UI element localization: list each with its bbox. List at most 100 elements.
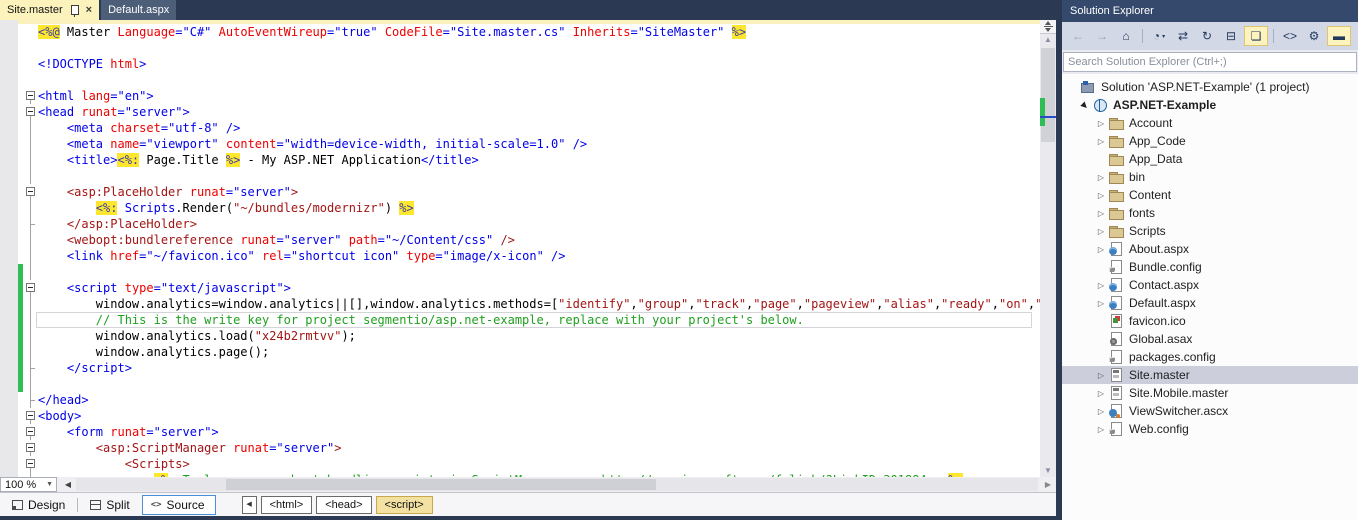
tab-site-master[interactable]: Site.master × — [0, 0, 99, 20]
vertical-scrollbar[interactable]: ▲ ▼ — [1040, 20, 1056, 477]
tree-item[interactable]: packages.config — [1062, 348, 1358, 366]
tree-item[interactable]: ▷Scripts — [1062, 222, 1358, 240]
tree-item[interactable]: ▷App_Code — [1062, 132, 1358, 150]
collapse-region-icon[interactable] — [24, 88, 37, 104]
code-line[interactable]: window.analytics.page(); — [0, 344, 1040, 360]
search-input[interactable] — [1063, 52, 1357, 72]
home-icon[interactable]: ⌂ — [1115, 27, 1137, 45]
tree-item[interactable]: favicon.ico — [1062, 312, 1358, 330]
scroll-left-icon[interactable]: ◀ — [62, 478, 74, 491]
collapse-region-icon[interactable] — [24, 104, 37, 120]
code-line[interactable]: <script type="text/javascript"> — [0, 280, 1040, 296]
code-line[interactable]: <meta name="viewport" content="width=dev… — [0, 136, 1040, 152]
tree-item[interactable]: ▷Default.aspx — [1062, 294, 1358, 312]
code-line[interactable]: window.analytics=window.analytics||[],wi… — [0, 296, 1040, 312]
tree-item[interactable]: ▷ViewSwitcher.ascx — [1062, 402, 1358, 420]
source-view-button[interactable]: <> Source — [142, 495, 216, 515]
code-line[interactable]: <html lang="en"> — [0, 88, 1040, 104]
tree-item[interactable]: Bundle.config — [1062, 258, 1358, 276]
chevron-collapsed-icon[interactable]: ▷ — [1094, 281, 1108, 290]
vertical-scroll-thumb[interactable] — [1041, 48, 1055, 142]
collapse-all-icon[interactable]: ⊟ — [1220, 27, 1242, 45]
code-line[interactable]: window.analytics.load("x24b2rmtvv"); — [0, 328, 1040, 344]
tag-navigator-back-icon[interactable]: ◀ — [242, 496, 257, 514]
code-line[interactable]: <%@ Master Language="C#" AutoEventWireup… — [0, 24, 1040, 40]
tree-item[interactable]: ▶ASP.NET-Example — [1062, 96, 1358, 114]
code-line[interactable]: <asp:ScriptManager runat="server"> — [0, 440, 1040, 456]
tree-item[interactable]: ▷Site.Mobile.master — [1062, 384, 1358, 402]
split-view-button[interactable]: Split — [90, 498, 129, 512]
tree-item[interactable]: ▷bin — [1062, 168, 1358, 186]
code-line[interactable]: <form runat="server"> — [0, 424, 1040, 440]
code-line[interactable]: </script> — [0, 360, 1040, 376]
refresh-icon[interactable]: ↻ — [1196, 27, 1218, 45]
horizontal-scrollbar[interactable] — [76, 478, 1038, 491]
properties-icon[interactable]: ⚙ — [1303, 27, 1325, 45]
code-line[interactable]: <Scripts> — [0, 456, 1040, 472]
code-editor[interactable]: <%@ Master Language="C#" AutoEventWireup… — [0, 20, 1040, 477]
zoom-level-select[interactable]: 100 % ▼ — [0, 477, 57, 492]
code-line[interactable]: <%: Scripts.Render("~/bundles/modernizr"… — [0, 200, 1040, 216]
collapse-region-icon[interactable] — [24, 456, 37, 472]
sync-with-active-document-icon[interactable]: ⇄ — [1172, 27, 1194, 45]
chevron-collapsed-icon[interactable]: ▷ — [1094, 173, 1108, 182]
chevron-collapsed-icon[interactable]: ▷ — [1094, 371, 1108, 380]
chevron-collapsed-icon[interactable]: ▷ — [1094, 137, 1108, 146]
tree-item[interactable]: ▷Contact.aspx — [1062, 276, 1358, 294]
chevron-expanded-icon[interactable]: ▶ — [1077, 97, 1093, 113]
view-code-icon[interactable]: <> — [1279, 27, 1301, 45]
tree-item[interactable]: ▷Site.master — [1062, 366, 1358, 384]
close-icon[interactable]: × — [86, 4, 92, 16]
tree-item[interactable]: App_Data — [1062, 150, 1358, 168]
code-line[interactable]: <title><%: Page.Title %> - My ASP.NET Ap… — [0, 152, 1040, 168]
tree-item[interactable]: ▷fonts — [1062, 204, 1358, 222]
chevron-collapsed-icon[interactable]: ▷ — [1094, 389, 1108, 398]
show-all-files-icon[interactable]: ❏ — [1244, 26, 1268, 46]
tree-item[interactable]: ▷Account — [1062, 114, 1358, 132]
collapse-region-icon[interactable] — [24, 280, 37, 296]
chevron-collapsed-icon[interactable]: ▷ — [1094, 119, 1108, 128]
tree-item[interactable]: ▷Content — [1062, 186, 1358, 204]
design-view-button[interactable]: Design — [12, 498, 65, 512]
chevron-collapsed-icon[interactable]: ▷ — [1094, 299, 1108, 308]
chevron-collapsed-icon[interactable]: ▷ — [1094, 209, 1108, 218]
tree-item[interactable]: ▷Web.config — [1062, 420, 1358, 438]
code-line[interactable]: <webopt:bundlereference runat="server" p… — [0, 232, 1040, 248]
chevron-collapsed-icon[interactable]: ▷ — [1094, 407, 1108, 416]
chevron-collapsed-icon[interactable]: ▷ — [1094, 245, 1108, 254]
chevron-collapsed-icon[interactable]: ▷ — [1094, 191, 1108, 200]
code-line[interactable]: <!DOCTYPE html> — [0, 56, 1040, 72]
tree-item[interactable]: Global.asax — [1062, 330, 1358, 348]
breadcrumb-tag[interactable]: <script> — [376, 496, 433, 514]
breadcrumb-tag[interactable]: <html> — [261, 496, 313, 514]
code-line[interactable]: <asp:PlaceHolder runat="server"> — [0, 184, 1040, 200]
code-line[interactable]: <head runat="server"> — [0, 104, 1040, 120]
panel-title[interactable]: Solution Explorer — [1062, 0, 1358, 22]
pin-icon[interactable] — [71, 5, 79, 15]
chevron-collapsed-icon[interactable]: ▷ — [1094, 227, 1108, 236]
code-line[interactable]: </head> — [0, 392, 1040, 408]
breadcrumb-tag[interactable]: <head> — [316, 496, 371, 514]
scroll-down-icon[interactable]: ▼ — [1040, 464, 1056, 477]
splitter-grip-icon[interactable] — [1040, 20, 1056, 34]
tree-item[interactable]: ▷About.aspx — [1062, 240, 1358, 258]
scroll-up-icon[interactable]: ▲ — [1040, 33, 1056, 46]
horizontal-scroll-thumb[interactable] — [226, 479, 656, 490]
chevron-collapsed-icon[interactable]: ▷ — [1094, 425, 1108, 434]
code-line[interactable] — [0, 40, 1040, 56]
collapse-region-icon[interactable] — [24, 184, 37, 200]
code-line[interactable] — [0, 72, 1040, 88]
code-line[interactable] — [0, 376, 1040, 392]
pending-changes-filter-icon[interactable]: ◔▾ — [1148, 27, 1170, 45]
collapse-region-icon[interactable] — [24, 424, 37, 440]
code-line[interactable]: <body> — [0, 408, 1040, 424]
tree-item[interactable]: Solution 'ASP.NET-Example' (1 project) — [1062, 78, 1358, 96]
code-line[interactable]: <link href="~/favicon.ico" rel="shortcut… — [0, 248, 1040, 264]
tab-default-aspx[interactable]: Default.aspx — [101, 0, 176, 20]
preview-selected-items-icon[interactable]: ▬ — [1327, 26, 1351, 46]
scroll-right-icon[interactable]: ▶ — [1042, 478, 1054, 491]
code-line[interactable]: <meta charset="utf-8" /> — [0, 120, 1040, 136]
code-line[interactable]: </asp:PlaceHolder> — [0, 216, 1040, 232]
code-line[interactable] — [0, 264, 1040, 280]
forward-icon[interactable]: → — [1091, 27, 1113, 45]
